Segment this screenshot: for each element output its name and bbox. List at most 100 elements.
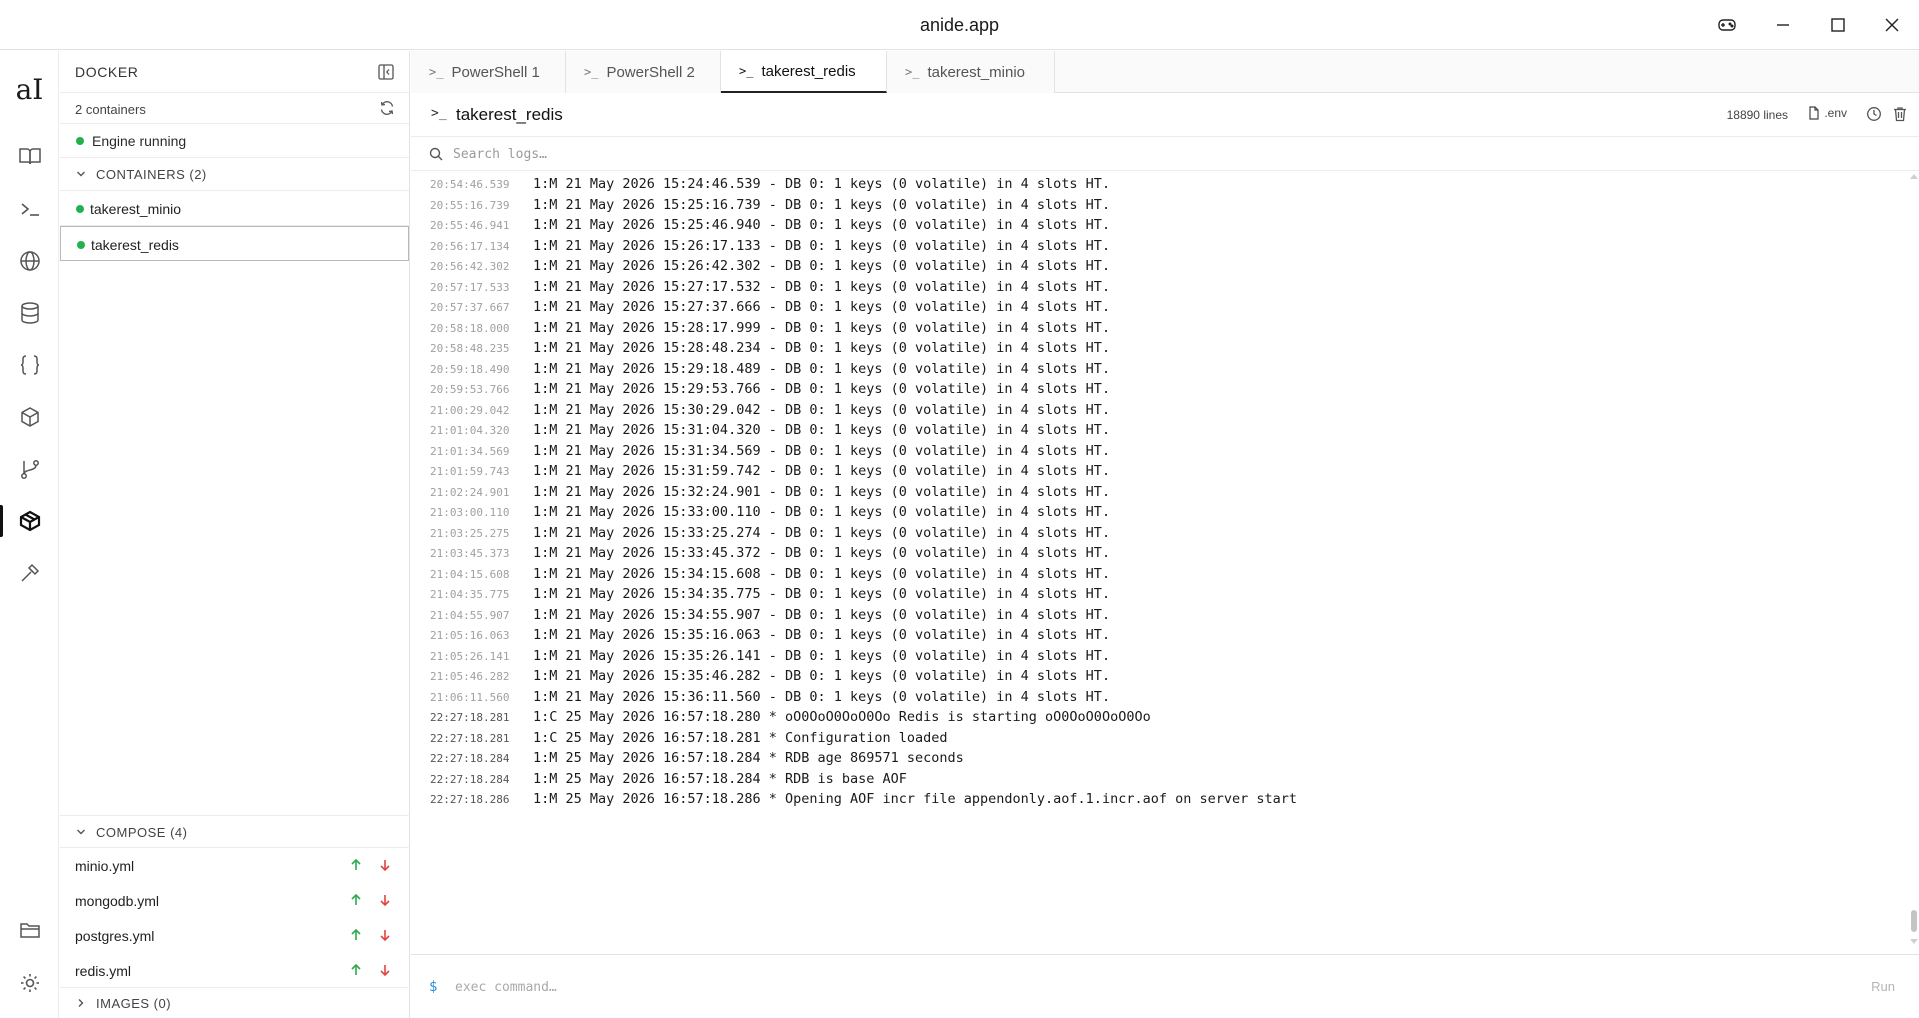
exec-command-input[interactable] bbox=[455, 975, 1835, 999]
container-item-takerest-minio[interactable]: takerest_minio bbox=[60, 191, 409, 226]
terminal-prompt-icon: >_ bbox=[584, 65, 599, 79]
scroll-up-arrow-icon[interactable] bbox=[1910, 174, 1918, 179]
log-message: 1:M 21 May 2026 15:35:16.063 - DB 0: 1 k… bbox=[533, 627, 1111, 643]
log-message: 1:M 21 May 2026 15:36:11.560 - DB 0: 1 k… bbox=[533, 688, 1111, 705]
compose-down-arrow-icon[interactable] bbox=[378, 858, 392, 872]
docker-panel: DOCKER 2 containers Engine running CONTA… bbox=[60, 51, 410, 1018]
tab-powershell-2[interactable]: >_ PowerShell 2 bbox=[566, 51, 721, 93]
env-file-button[interactable]: .env bbox=[1808, 106, 1847, 120]
container-status-dot bbox=[77, 241, 85, 249]
scroll-down-arrow-icon[interactable] bbox=[1910, 939, 1918, 944]
chevron-down-icon bbox=[75, 168, 87, 180]
log-message: 1:M 21 May 2026 15:31:34.569 - DB 0: 1 k… bbox=[533, 442, 1111, 459]
compose-up-arrow-icon[interactable] bbox=[349, 963, 363, 977]
log-message: 1:M 21 May 2026 15:25:16.739 - DB 0: 1 k… bbox=[533, 196, 1111, 213]
log-search-input[interactable] bbox=[453, 142, 1853, 166]
log-timestamp: 21:03:45.373 bbox=[430, 547, 510, 560]
terminal-prompt-icon: >_ bbox=[739, 64, 754, 78]
containers-section-header[interactable]: CONTAINERS (2) bbox=[60, 158, 409, 191]
compose-item-mongodb[interactable]: mongodb.yml bbox=[60, 883, 410, 918]
containers-count-bar: 2 containers bbox=[60, 93, 409, 124]
compose-item-redis[interactable]: redis.yml bbox=[60, 953, 410, 988]
chevron-right-icon bbox=[75, 997, 87, 1009]
log-header: >_ takerest_redis 18890 lines .env bbox=[411, 93, 1919, 137]
log-message: 1:M 25 May 2026 16:57:18.284 * RDB is ba… bbox=[533, 770, 907, 787]
search-icon bbox=[429, 147, 443, 161]
container-item-takerest-redis[interactable]: takerest_redis bbox=[60, 226, 409, 261]
log-message: 1:M 21 May 2026 15:34:15.608 - DB 0: 1 k… bbox=[533, 565, 1111, 582]
log-output[interactable]: 20:54:46.539 1:M 21 May 2026 15:24:46.539… bbox=[411, 172, 1919, 950]
braces-icon[interactable] bbox=[0, 345, 59, 385]
log-timestamp: 20:59:18.490 bbox=[430, 362, 510, 376]
package-icon[interactable] bbox=[0, 397, 59, 437]
scrollbar-thumb[interactable] bbox=[1911, 910, 1917, 932]
log-timestamp: 20:58:48.235 bbox=[430, 342, 510, 355]
gamepad-icon[interactable] bbox=[1700, 0, 1754, 50]
log-timestamp: 22:27:18.284 bbox=[430, 772, 510, 786]
line-count: 18890 lines bbox=[1726, 108, 1788, 122]
images-section-header[interactable]: IMAGES (0) bbox=[60, 987, 410, 1018]
compose-up-arrow-icon[interactable] bbox=[349, 928, 363, 942]
minimize-button[interactable] bbox=[1756, 0, 1810, 50]
compose-up-arrow-icon[interactable] bbox=[349, 893, 363, 907]
tab-takerest-minio[interactable]: >_ takerest_minio bbox=[887, 51, 1055, 93]
book-icon[interactable] bbox=[0, 136, 59, 176]
engine-status-label: Engine running bbox=[92, 133, 187, 149]
folder-icon[interactable] bbox=[0, 910, 59, 950]
compose-item-postgres[interactable]: postgres.yml bbox=[60, 918, 410, 953]
compose-down-arrow-icon[interactable] bbox=[378, 893, 392, 907]
trash-icon[interactable] bbox=[1892, 106, 1908, 122]
log-timestamp: 20:54:46.539 bbox=[430, 178, 510, 191]
log-message: 1:M 21 May 2026 15:27:37.666 - DB 0: 1 k… bbox=[533, 299, 1111, 315]
log-message: 1:M 21 May 2026 15:33:45.372 - DB 0: 1 k… bbox=[533, 545, 1111, 561]
log-timestamp: 21:04:15.608 bbox=[430, 567, 510, 581]
git-branch-icon[interactable] bbox=[0, 449, 59, 489]
sun-icon[interactable] bbox=[0, 963, 59, 1003]
log-timestamp: 21:02:24.901 bbox=[430, 485, 510, 499]
docker-icon[interactable] bbox=[0, 501, 59, 541]
terminal-prompt-icon: >_ bbox=[431, 106, 447, 121]
database-icon[interactable] bbox=[0, 293, 59, 333]
log-message: 1:M 21 May 2026 15:26:42.302 - DB 0: 1 k… bbox=[533, 258, 1111, 274]
compose-down-arrow-icon[interactable] bbox=[378, 963, 392, 977]
tab-label: PowerShell 1 bbox=[451, 63, 540, 81]
log-timestamp: 21:01:04.320 bbox=[430, 424, 510, 437]
log-timestamp: 21:05:26.141 bbox=[430, 649, 510, 663]
log-message: 1:M 21 May 2026 15:34:35.775 - DB 0: 1 k… bbox=[533, 586, 1111, 602]
command-bar: $ Run bbox=[411, 954, 1919, 1018]
log-timestamp: 20:56:17.134 bbox=[430, 239, 510, 253]
close-button[interactable] bbox=[1865, 0, 1919, 50]
tab-powershell-1[interactable]: >_ PowerShell 1 bbox=[411, 51, 566, 93]
log-timestamp: 20:57:37.667 bbox=[430, 301, 510, 314]
hammer-icon[interactable] bbox=[0, 553, 59, 593]
log-search-bar bbox=[411, 137, 1919, 171]
log-message: 1:M 21 May 2026 15:25:46.940 - DB 0: 1 k… bbox=[533, 217, 1111, 233]
log-timestamp: 20:59:53.766 bbox=[430, 383, 510, 396]
run-button[interactable]: Run bbox=[1871, 979, 1895, 994]
refresh-icon[interactable] bbox=[379, 100, 395, 116]
compose-item-minio[interactable]: minio.yml bbox=[60, 848, 410, 883]
tab-label: takerest_redis bbox=[761, 62, 856, 80]
compose-section-header[interactable]: COMPOSE (4) bbox=[60, 815, 410, 848]
engine-status-dot bbox=[76, 137, 84, 145]
tab-takerest-redis[interactable]: >_ takerest_redis bbox=[721, 51, 887, 93]
env-file-label: .env bbox=[1824, 106, 1847, 120]
compose-up-arrow-icon[interactable] bbox=[349, 858, 363, 872]
history-icon[interactable] bbox=[1866, 106, 1882, 122]
log-message: 1:M 21 May 2026 15:35:46.282 - DB 0: 1 k… bbox=[533, 668, 1111, 684]
terminal-icon[interactable] bbox=[0, 189, 59, 229]
log-message: 1:C 25 May 2026 16:57:18.280 * oO0OoO0Oo… bbox=[533, 709, 1151, 725]
log-message: 1:M 21 May 2026 15:30:29.042 - DB 0: 1 k… bbox=[533, 401, 1111, 418]
log-timestamp: 22:27:18.284 bbox=[430, 752, 510, 765]
containers-section-label: CONTAINERS (2) bbox=[96, 167, 207, 182]
log-message: 1:M 21 May 2026 15:35:26.141 - DB 0: 1 k… bbox=[533, 647, 1111, 664]
container-name: takerest_redis bbox=[91, 237, 179, 253]
terminal-prompt-icon: >_ bbox=[429, 65, 444, 79]
log-message: 1:M 21 May 2026 15:24:46.539 - DB 0: 1 k… bbox=[533, 176, 1111, 192]
maximize-button[interactable] bbox=[1811, 0, 1865, 50]
globe-icon[interactable] bbox=[0, 241, 59, 281]
compose-down-arrow-icon[interactable] bbox=[378, 928, 392, 942]
log-scrollbar[interactable] bbox=[1909, 174, 1919, 944]
collapse-panel-icon[interactable] bbox=[377, 63, 395, 81]
log-message: 1:M 21 May 2026 15:27:17.532 - DB 0: 1 k… bbox=[533, 278, 1111, 295]
